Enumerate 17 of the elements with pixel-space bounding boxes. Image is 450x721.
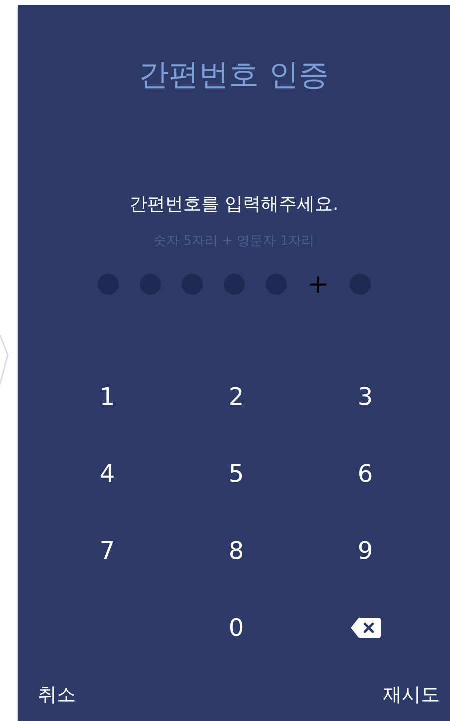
keypad-key[interactable]: 7	[68, 512, 148, 590]
keypad-key[interactable]: 1	[68, 358, 148, 436]
chevron-icon	[0, 335, 10, 385]
keypad-key[interactable]: 4	[68, 436, 148, 512]
retry-button[interactable]: 재시도	[383, 676, 440, 713]
keypad-key[interactable]: 6	[326, 436, 406, 512]
prompt-text: 간편번호를 입력해주세요.	[129, 193, 339, 217]
keypad-key[interactable]: 3	[326, 358, 406, 436]
plus-sign: +	[308, 272, 328, 298]
backspace-icon	[350, 616, 382, 640]
keypad-key[interactable]: 0	[196, 590, 276, 666]
keypad-key[interactable]: 2	[196, 358, 276, 436]
keypad-key[interactable]: 9	[326, 512, 406, 590]
keypad-key[interactable]: 5	[196, 436, 276, 512]
cancel-button[interactable]: 취소	[38, 676, 76, 713]
keypad-key[interactable]: 8	[196, 512, 276, 590]
screen-title: 간편번호 인증	[139, 57, 329, 95]
